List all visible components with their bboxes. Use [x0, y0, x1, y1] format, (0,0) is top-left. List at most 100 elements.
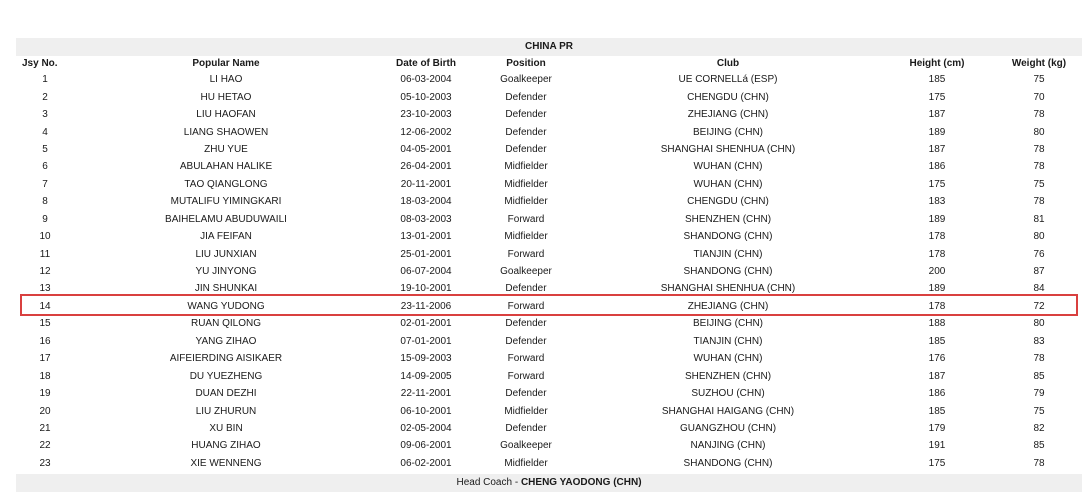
cell-jsy-no: 1 — [42, 74, 48, 86]
cell-club: SHANDONG (CHN) — [683, 231, 773, 243]
cell-position: Midfielder — [504, 457, 548, 469]
table-row: 20 LIU ZHURUN 06-10-2001 Midfielder SHANGHAI… — [16, 402, 1082, 419]
cell-position: Forward — [507, 248, 545, 260]
cell-jsy-no: 15 — [39, 318, 51, 330]
cell-date-of-birth: 06-07-2004 — [400, 266, 452, 278]
cell-date-of-birth: 06-10-2001 — [400, 405, 452, 417]
header-popular-name: Popular Name — [192, 58, 260, 69]
header-date-of-birth: Date of Birth — [396, 58, 456, 69]
cell-height: 185 — [928, 74, 946, 86]
cell-position: Defender — [505, 109, 547, 121]
cell-weight: 78 — [1033, 457, 1045, 469]
cell-popular-name: DUAN DEZHI — [195, 388, 257, 400]
cell-popular-name: RUAN QILONG — [190, 318, 261, 330]
cell-weight: 76 — [1033, 248, 1045, 260]
cell-height: 189 — [928, 213, 946, 225]
table-header: Jsy No. Popular Name Date of Birth Posit… — [16, 56, 1082, 71]
cell-height: 185 — [928, 405, 946, 417]
cell-height: 191 — [928, 440, 946, 452]
table-row: 17 AIFEIERDING AISIKAER 15-09-2003 Forward W… — [16, 350, 1082, 367]
cell-date-of-birth: 08-03-2003 — [400, 213, 452, 225]
cell-club: NANJING (CHN) — [690, 440, 766, 452]
header-jsy-no: Jsy No. — [22, 58, 58, 69]
cell-popular-name: ZHU YUE — [204, 143, 248, 155]
cell-club: SHANDONG (CHN) — [683, 457, 773, 469]
cell-popular-name: TAO QIANGLONG — [184, 178, 268, 190]
cell-date-of-birth: 25-01-2001 — [400, 248, 452, 260]
team-title: CHINA PR — [16, 38, 1082, 56]
table-row: 9 BAIHELAMU ABUDUWAILI 08-03-2003 Forward SH… — [16, 211, 1082, 228]
cell-weight: 80 — [1033, 318, 1045, 330]
cell-club: BEIJING (CHN) — [693, 318, 763, 330]
cell-popular-name: JIN SHUNKAI — [194, 283, 258, 295]
cell-club: UE CORNELLá (ESP) — [678, 74, 778, 86]
cell-position: Forward — [507, 300, 545, 312]
cell-club: CHENGDU (CHN) — [687, 91, 769, 103]
cell-jsy-no: 11 — [39, 248, 51, 260]
cell-date-of-birth: 22-11-2001 — [400, 388, 452, 400]
cell-weight: 78 — [1033, 196, 1045, 208]
header-height: Height (cm) — [909, 58, 965, 69]
cell-date-of-birth: 23-11-2006 — [400, 300, 452, 312]
table-row: 18 DU YUEZHENG 14-09-2005 Forward SHENZHEN (… — [16, 367, 1082, 384]
head-coach-label: Head Coach - — [456, 477, 521, 488]
cell-height: 179 — [928, 422, 946, 434]
cell-jsy-no: 18 — [39, 370, 51, 382]
cell-popular-name: JIA FEIFAN — [200, 231, 252, 243]
cell-popular-name: XU BIN — [209, 422, 243, 434]
cell-weight: 75 — [1033, 405, 1045, 417]
cell-jsy-no: 16 — [39, 335, 51, 347]
cell-position: Defender — [505, 335, 547, 347]
cell-club: SHENZHEN (CHN) — [684, 370, 772, 382]
cell-weight: 72 — [1033, 300, 1045, 312]
cell-position: Forward — [507, 353, 545, 365]
cell-position: Midfielder — [504, 178, 548, 190]
cell-club: TIANJIN (CHN) — [693, 335, 763, 347]
player-rows: 1 LI HAO 06-03-2004 Goalkeeper UE CORNELLá (… — [16, 71, 1082, 472]
cell-position: Defender — [505, 91, 547, 103]
cell-weight: 78 — [1033, 353, 1045, 365]
table-row: 5 ZHU YUE 04-05-2001 Defender SHANGHAI SHENH… — [16, 141, 1082, 158]
cell-height: 187 — [928, 370, 946, 382]
cell-position: Goalkeeper — [500, 266, 552, 278]
table-row: 4 LIANG SHAOWEN 12-06-2002 Defender BEIJING … — [16, 123, 1082, 140]
cell-jsy-no: 7 — [42, 178, 48, 190]
cell-weight: 75 — [1033, 74, 1045, 86]
cell-jsy-no: 2 — [42, 91, 48, 103]
cell-height: 175 — [928, 178, 946, 190]
table-row: 1 LI HAO 06-03-2004 Goalkeeper UE CORNELLá (… — [16, 71, 1082, 88]
cell-club: ZHEJIANG (CHN) — [687, 300, 769, 312]
cell-jsy-no: 3 — [42, 109, 48, 121]
header-club: Club — [716, 58, 740, 69]
cell-date-of-birth: 14-09-2005 — [400, 370, 452, 382]
head-coach-bar: Head Coach - CHENG YAODONG (CHN) — [16, 474, 1082, 492]
cell-position: Midfielder — [504, 405, 548, 417]
cell-club: BEIJING (CHN) — [693, 126, 763, 138]
cell-club: WUHAN (CHN) — [693, 178, 763, 190]
cell-date-of-birth: 02-01-2001 — [400, 318, 452, 330]
cell-popular-name: HUANG ZIHAO — [191, 440, 261, 452]
cell-date-of-birth: 07-01-2001 — [400, 335, 452, 347]
cell-date-of-birth: 15-09-2003 — [400, 353, 452, 365]
cell-popular-name: LIU HAOFAN — [196, 109, 256, 121]
cell-jsy-no: 20 — [39, 405, 51, 417]
cell-date-of-birth: 05-10-2003 — [400, 91, 452, 103]
cell-popular-name: LIU JUNXIAN — [195, 248, 257, 260]
cell-popular-name: MUTALIFU YIMINGKARI — [170, 196, 282, 208]
cell-height: 183 — [928, 196, 946, 208]
cell-position: Defender — [505, 143, 547, 155]
cell-height: 187 — [928, 109, 946, 121]
cell-club: SUZHOU (CHN) — [691, 388, 765, 400]
cell-position: Defender — [505, 422, 547, 434]
cell-jsy-no: 23 — [39, 457, 51, 469]
header-position: Position — [506, 58, 546, 69]
cell-date-of-birth: 18-03-2004 — [400, 196, 452, 208]
cell-date-of-birth: 13-01-2001 — [400, 231, 452, 243]
table-row: 23 XIE WENNENG 06-02-2001 Midfielder SHANDON… — [16, 455, 1082, 472]
cell-height: 178 — [928, 248, 946, 260]
cell-jsy-no: 8 — [42, 196, 48, 208]
cell-jsy-no: 14 — [39, 300, 51, 312]
cell-weight: 85 — [1033, 440, 1045, 452]
cell-height: 178 — [928, 300, 946, 312]
cell-position: Forward — [507, 213, 545, 225]
